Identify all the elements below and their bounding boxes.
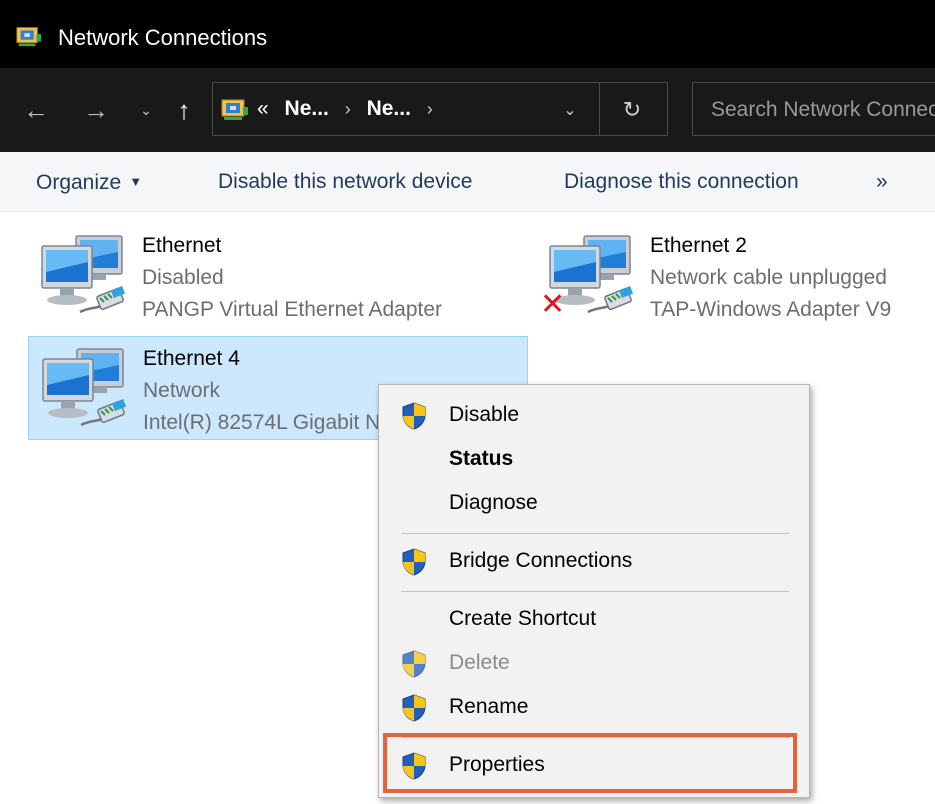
uac-shield-icon [401,402,427,430]
network-folder-icon [221,97,249,121]
menu-item-diagnose[interactable]: Diagnose [379,483,809,523]
breadcrumb-separator-icon[interactable]: › [427,99,433,119]
network-adapter-icon [36,232,132,320]
adapter-name: Ethernet 4 [143,347,240,370]
search-input[interactable] [709,95,935,125]
adapter-item-ethernet[interactable]: Ethernet Disabled PANGP Virtual Ethernet… [28,224,528,328]
adapter-name: Ethernet 2 [650,234,747,257]
organize-label: Organize [36,171,122,194]
back-arrow-icon: ← [23,94,49,125]
breadcrumb-item[interactable]: Ne... [285,97,329,120]
chevron-down-icon: ⌄ [140,101,152,118]
refresh-button[interactable]: ↻ [617,95,647,125]
menu-item-label: Diagnose [449,491,538,514]
menu-item-delete: Delete [379,643,809,683]
more-commands-button[interactable]: » [876,168,888,196]
uac-shield-icon [401,694,427,722]
network-adapter-icon [37,345,133,433]
adapter-device: PANGP Virtual Ethernet Adapter [142,298,443,321]
chevron-down-icon: ⌄ [563,102,577,119]
network-connections-icon [16,24,42,48]
menu-separator [401,533,789,534]
caret-down-icon: ▼ [129,174,143,189]
menu-item-create-shortcut[interactable]: Create Shortcut [379,599,809,639]
menu-item-disable[interactable]: Disable [379,395,809,435]
refresh-icon: ↻ [622,97,642,122]
breadcrumb-separator-icon[interactable]: › [345,99,351,119]
menu-item-label: Rename [449,695,529,718]
properties-highlight-box [383,733,797,793]
menu-item-label: Status [449,447,514,470]
menu-item-status[interactable]: Status [379,439,809,479]
up-arrow-icon: ↑ [177,94,191,125]
adapter-status: Disabled [142,266,224,289]
menu-item-label: Bridge Connections [449,549,633,572]
command-bar: Organize ▼ Disable this network device Di… [0,152,935,212]
uac-shield-icon [401,548,427,576]
adapter-item-ethernet-2[interactable]: ✕ Ethernet 2 Network cable unplugged TAP… [536,224,935,328]
title-bar: Network Connections [0,0,935,68]
divider [599,83,600,135]
organize-button[interactable]: Organize ▼ [36,168,142,197]
back-button[interactable]: ← [20,94,52,126]
context-menu: Disable Status Diagnose Bridge Connectio… [378,384,810,798]
red-x-icon: ✕ [540,288,566,321]
breadcrumb: « Ne... › Ne... › [257,95,443,123]
diagnose-connection-button[interactable]: Diagnose this connection [564,168,799,196]
menu-item-bridge-connections[interactable]: Bridge Connections [379,541,809,581]
menu-item-label: Delete [449,651,510,674]
forward-button[interactable]: → [80,94,112,126]
breadcrumb-item[interactable]: Ne... [367,97,411,120]
address-dropdown-button[interactable]: ⌄ [557,97,583,123]
adapter-device: TAP-Windows Adapter V9 [650,298,892,321]
forward-arrow-icon: → [83,94,109,125]
up-button[interactable]: ↑ [168,94,200,126]
address-toolbar: ← → ⌄ ↑ « Ne... › Ne... › ⌄ ↻ [0,68,935,152]
breadcrumb-overflow[interactable]: « [257,97,269,120]
adapter-name: Ethernet [142,234,222,257]
disable-device-button[interactable]: Disable this network device [218,168,472,196]
menu-item-rename[interactable]: Rename [379,687,809,727]
uac-shield-icon [401,650,427,678]
menu-separator [401,591,789,592]
menu-item-label: Disable [449,403,520,426]
search-box[interactable] [692,82,935,136]
window-title: Network Connections [58,25,268,50]
adapter-status: Network cable unplugged [650,266,887,289]
address-field[interactable]: « Ne... › Ne... › ⌄ ↻ [212,82,668,136]
recent-locations-button[interactable]: ⌄ [130,94,162,126]
menu-item-label: Create Shortcut [449,607,597,630]
